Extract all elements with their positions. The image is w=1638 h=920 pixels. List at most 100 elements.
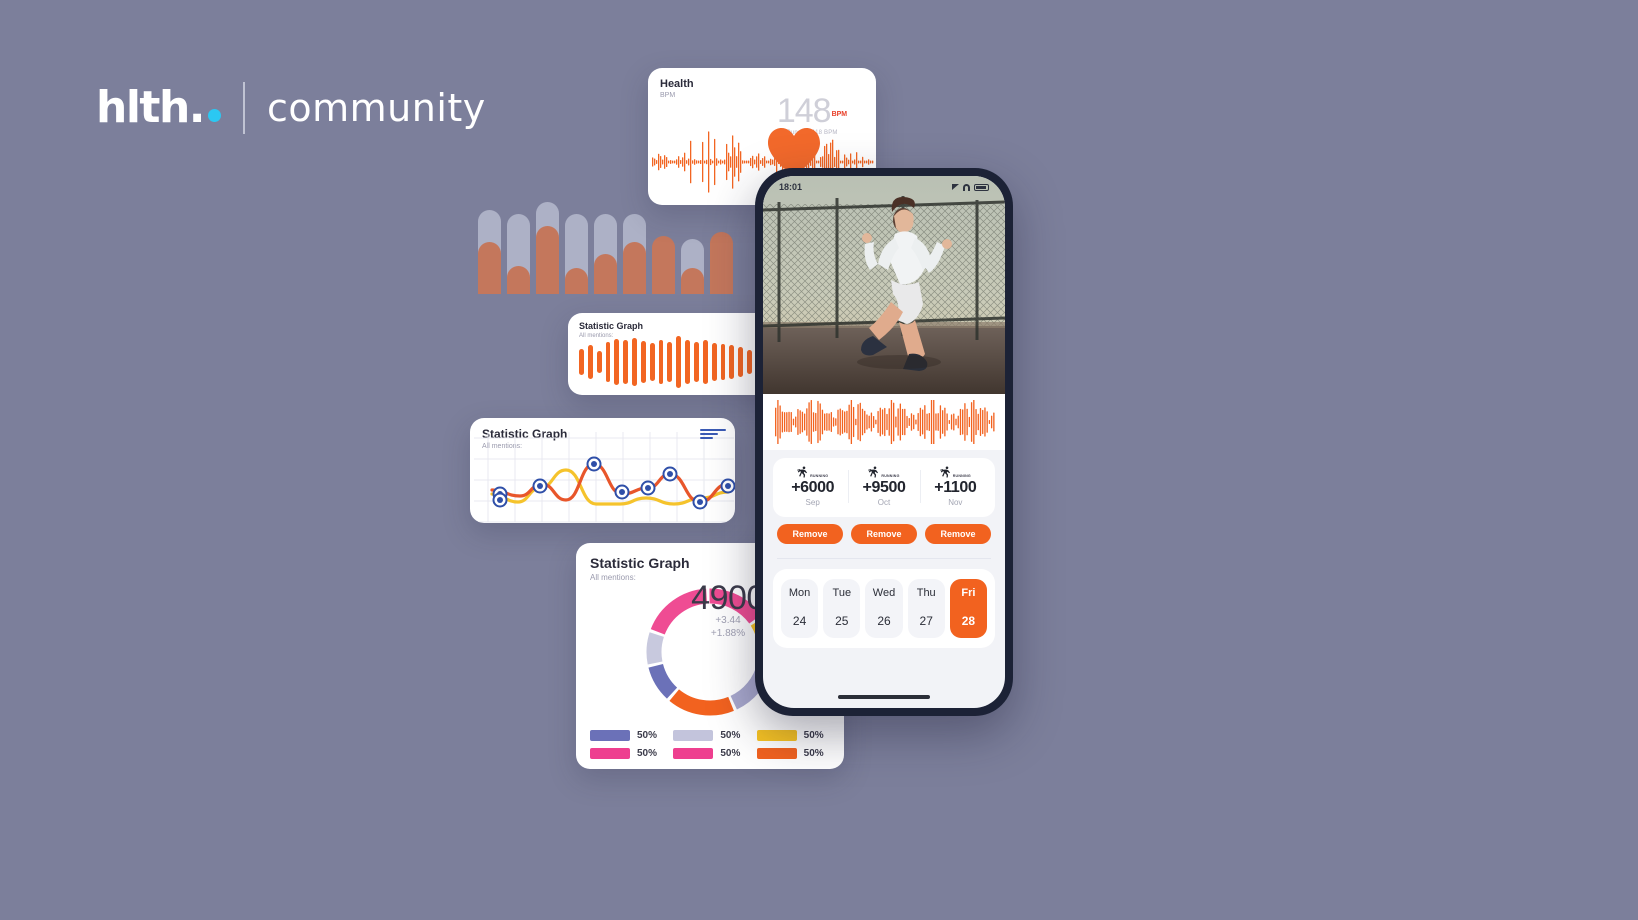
phone-mockup: 18:01 RUNNING +6000 Sep RUNNING +9500 Oct RUNN…	[755, 168, 1013, 716]
activity-stat-cell: RUNNING +9500 Oct	[848, 466, 917, 507]
wavebar	[605, 342, 611, 382]
brand-logo-hlth-text: hlth.	[96, 82, 205, 133]
activity-value: +6000	[791, 479, 835, 496]
wifi-icon	[963, 183, 970, 191]
legend-swatch	[590, 730, 630, 741]
bar-column	[507, 176, 530, 294]
calendar-day-number: 27	[919, 614, 933, 628]
home-indicator[interactable]	[838, 695, 930, 699]
activity-label: RUNNING	[952, 474, 971, 478]
week-calendar: Mon 24 Tue 25 Wed 26 Thu 27 Fri 28	[773, 569, 995, 648]
calendar-day[interactable]: Wed 26	[865, 579, 903, 638]
brand-logo-community: community	[266, 86, 486, 130]
calendar-day-number: 24	[792, 614, 807, 628]
phone-screen: 18:01 RUNNING +6000 Sep RUNNING +9500 Oct RUNN…	[763, 176, 1005, 708]
legend-item: 50%	[673, 748, 746, 759]
remove-button[interactable]: Remove	[851, 524, 917, 544]
legend-percent: 50%	[720, 748, 741, 759]
calendar-day-number: 26	[877, 614, 891, 628]
activity-month: Oct	[877, 498, 891, 507]
bar-fill	[710, 232, 733, 294]
legend-percent: 50%	[637, 748, 658, 759]
calendar-day-name: Mon	[788, 587, 811, 599]
activity-month: Nov	[948, 498, 963, 507]
bar-column	[594, 176, 617, 294]
legend-percent: 50%	[803, 748, 824, 759]
status-time: 18:01	[779, 182, 803, 192]
remove-buttons-row: Remove Remove Remove	[763, 517, 1005, 544]
wavebar	[658, 340, 664, 384]
wavebar	[685, 340, 690, 384]
wavebar	[702, 340, 708, 384]
brand-logo: hlth. community	[96, 82, 486, 134]
legend-percent: 50%	[720, 730, 741, 741]
remove-button[interactable]: Remove	[925, 524, 991, 544]
bar-fill	[623, 242, 646, 294]
running-icon	[797, 466, 808, 478]
section-divider	[777, 558, 991, 559]
legend-percent: 50%	[803, 730, 824, 741]
calendar-day-name: Thu	[916, 587, 936, 599]
activity-value: +1100	[934, 479, 977, 496]
calendar-day[interactable]: Thu 27	[907, 579, 945, 638]
wavebar	[640, 341, 646, 383]
activity-icon-row: RUNNING	[939, 466, 971, 478]
audio-waveform	[763, 394, 1005, 450]
activity-stat-cell: RUNNING +6000 Sep	[779, 466, 846, 507]
heart-rate-value: 148	[776, 92, 832, 130]
wavebar	[729, 345, 735, 379]
bar-fill	[681, 268, 704, 294]
remove-button[interactable]: Remove	[777, 524, 843, 544]
hero-section: 18:01	[763, 176, 1005, 394]
activity-label: RUNNING	[810, 474, 829, 478]
activity-stats-card: RUNNING +6000 Sep RUNNING +9500 Oct RUNNING +11…	[773, 458, 995, 517]
running-icon	[939, 466, 950, 478]
activity-value: +9500	[862, 479, 906, 496]
bar-column	[565, 176, 588, 294]
status-icons	[952, 183, 989, 191]
legend-item: 50%	[756, 730, 830, 741]
calendar-day[interactable]: Fri 28	[949, 579, 988, 638]
calendar-day-name: Wed	[872, 587, 896, 599]
wavebar	[738, 347, 744, 377]
runner-photo	[763, 176, 1005, 394]
heart-rate-unit: BPM	[831, 110, 848, 118]
battery-icon	[974, 183, 989, 191]
health-card-title: Health	[660, 78, 694, 90]
activity-label: RUNNING	[881, 474, 900, 478]
running-icon	[868, 466, 879, 478]
legend-item: 50%	[673, 730, 746, 741]
calendar-day-number: 28	[961, 614, 976, 628]
calendar-day[interactable]: Mon 24	[781, 579, 819, 638]
wavebar	[596, 351, 602, 373]
wavebar	[579, 349, 584, 375]
legend-swatch	[756, 730, 797, 741]
bar-fill	[478, 242, 501, 294]
signal-icon	[952, 184, 959, 190]
wavebar	[693, 342, 699, 382]
wavebar	[667, 342, 673, 382]
legend-swatch	[673, 748, 714, 759]
legend-swatch	[673, 730, 714, 741]
wavebar	[747, 350, 752, 374]
activity-month: Sep	[805, 498, 820, 507]
phone-status-bar: 18:01	[763, 176, 1005, 198]
wavebar	[623, 340, 629, 384]
wavebar	[614, 339, 620, 385]
calendar-day-number: 25	[835, 614, 849, 628]
legend-item: 50%	[590, 748, 663, 759]
wavebar	[676, 336, 682, 388]
calendar-day[interactable]: Tue 25	[823, 579, 861, 638]
bar-column	[623, 176, 646, 294]
brand-logo-hlth: hlth.	[96, 86, 221, 130]
menu-lines-icon[interactable]	[700, 429, 726, 439]
bar-fill	[565, 268, 588, 294]
activity-stat-cell: RUNNING +1100 Nov	[919, 466, 989, 507]
legend-swatch	[756, 748, 797, 759]
calendar-day-name: Tue	[832, 587, 852, 599]
legend-swatch	[590, 748, 630, 759]
brand-divider	[242, 82, 245, 134]
legend-item: 50%	[756, 748, 830, 759]
line-graph-plot	[474, 432, 735, 523]
activity-icon-row: RUNNING	[868, 466, 899, 478]
